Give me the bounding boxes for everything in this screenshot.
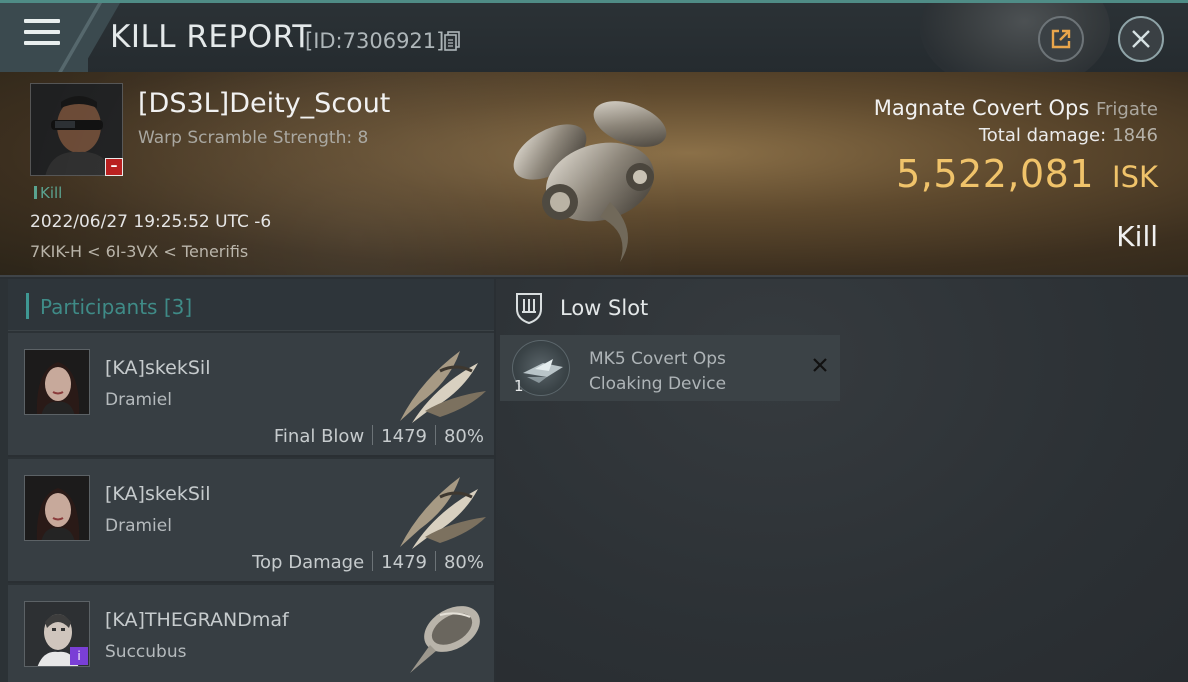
total-damage-value: 1846 [1112, 125, 1158, 146]
participants-title-label: Participants [40, 295, 158, 319]
kill-location[interactable]: 7KIK-H < 6I-3VX < Tenerifis [30, 242, 248, 261]
participant-percent: 80% [443, 426, 484, 447]
ship-type-name: Magnate Covert Ops [873, 96, 1090, 120]
total-damage-label: Total damage: [978, 125, 1107, 146]
participants-panel: Participants [3] [KA]skekSil Dramiel Fin… [0, 279, 494, 682]
avatar[interactable] [24, 349, 90, 415]
isk-value-row: 5,522,081 ISK [896, 152, 1158, 196]
participant-role-label: Final Blow [273, 426, 365, 447]
participant-ship-image[interactable] [390, 341, 490, 425]
isk-value: 5,522,081 [896, 152, 1095, 196]
corp-role-badge: i [70, 647, 88, 665]
module-item[interactable]: 1 MK5 Covert Ops Cloaking Device [500, 335, 840, 401]
standing-badge: – [105, 158, 123, 176]
kill-report-header: KILL REPORT [ID:7306921] [0, 0, 1188, 72]
participant-name[interactable]: [KA]skekSil [105, 483, 210, 505]
participant-percent: 80% [443, 552, 484, 573]
share-button[interactable] [1038, 16, 1084, 62]
close-button[interactable] [1118, 16, 1164, 62]
low-slot-icon [516, 293, 542, 325]
participant-damage: 1479 [381, 426, 427, 447]
participants-title: Participants [3] [40, 295, 192, 319]
participant-ship: Succubus [105, 642, 187, 662]
participant-row[interactable]: i [KA]THEGRANDmaf Succubus [8, 585, 494, 682]
kill-timestamp: 2022/06/27 19:25:52 UTC -6 [30, 212, 272, 232]
remove-icon[interactable] [810, 355, 830, 375]
participant-name[interactable]: [KA]skekSil [105, 357, 210, 379]
kill-result: Kill [1116, 220, 1158, 253]
participant-row[interactable]: [KA]skekSil Dramiel Final Blow 1479 80% [8, 333, 494, 457]
participant-stats: Top Damage 1479 80% [252, 551, 484, 573]
participant-damage: 1479 [381, 552, 427, 573]
victim-banner: – [DS3L]Deity_Scout Warp Scramble Streng… [0, 72, 1188, 277]
fitting-panel: Low Slot 1 MK5 Covert Ops Cloaking Devic… [496, 279, 1188, 682]
participant-portrait-image [25, 350, 89, 414]
ship-render-image[interactable] [490, 82, 690, 272]
victim-name[interactable]: [DS3L]Deity_Scout [138, 88, 390, 119]
module-quantity: 1 [514, 377, 524, 395]
kill-tag-label: Kill [40, 184, 63, 202]
close-icon [1132, 30, 1150, 48]
menu-icon[interactable] [24, 19, 60, 49]
warp-scramble-strength: Warp Scramble Strength: 8 [138, 128, 369, 148]
participant-row[interactable]: [KA]skekSil Dramiel Top Damage 1479 80% [8, 459, 494, 583]
low-slot-title: Low Slot [560, 296, 649, 320]
total-damage: Total damage: 1846 [979, 125, 1158, 146]
participants-header-bar [26, 293, 29, 319]
ship-class: Frigate [1095, 99, 1158, 120]
kill-id: [ID:7306921] [305, 29, 445, 53]
victim-avatar[interactable] [30, 83, 123, 176]
victim-portrait-image [31, 84, 122, 175]
participant-ship-image[interactable] [390, 593, 490, 677]
page-title: KILL REPORT [110, 19, 312, 55]
participant-name[interactable]: [KA]THEGRANDmaf [105, 609, 289, 631]
isk-unit: ISK [1112, 160, 1158, 194]
participant-portrait-image [25, 476, 89, 540]
kill-tag-icon [34, 186, 37, 199]
participants-header[interactable]: Participants [3] [8, 279, 494, 331]
participant-role-label: Top Damage [252, 552, 365, 573]
participant-ship: Dramiel [105, 516, 172, 536]
kill-tag: Kill [34, 184, 62, 202]
share-icon [1051, 29, 1071, 49]
participant-stats: Final Blow 1479 80% [274, 425, 484, 447]
ship-name[interactable]: Magnate Covert Ops Frigate [874, 96, 1158, 120]
copy-icon[interactable] [444, 31, 460, 51]
participant-ship: Dramiel [105, 390, 172, 410]
participants-count: [3] [163, 295, 193, 319]
module-name: MK5 Covert Ops Cloaking Device [589, 349, 727, 394]
participant-ship-image[interactable] [390, 467, 490, 551]
avatar[interactable] [24, 475, 90, 541]
